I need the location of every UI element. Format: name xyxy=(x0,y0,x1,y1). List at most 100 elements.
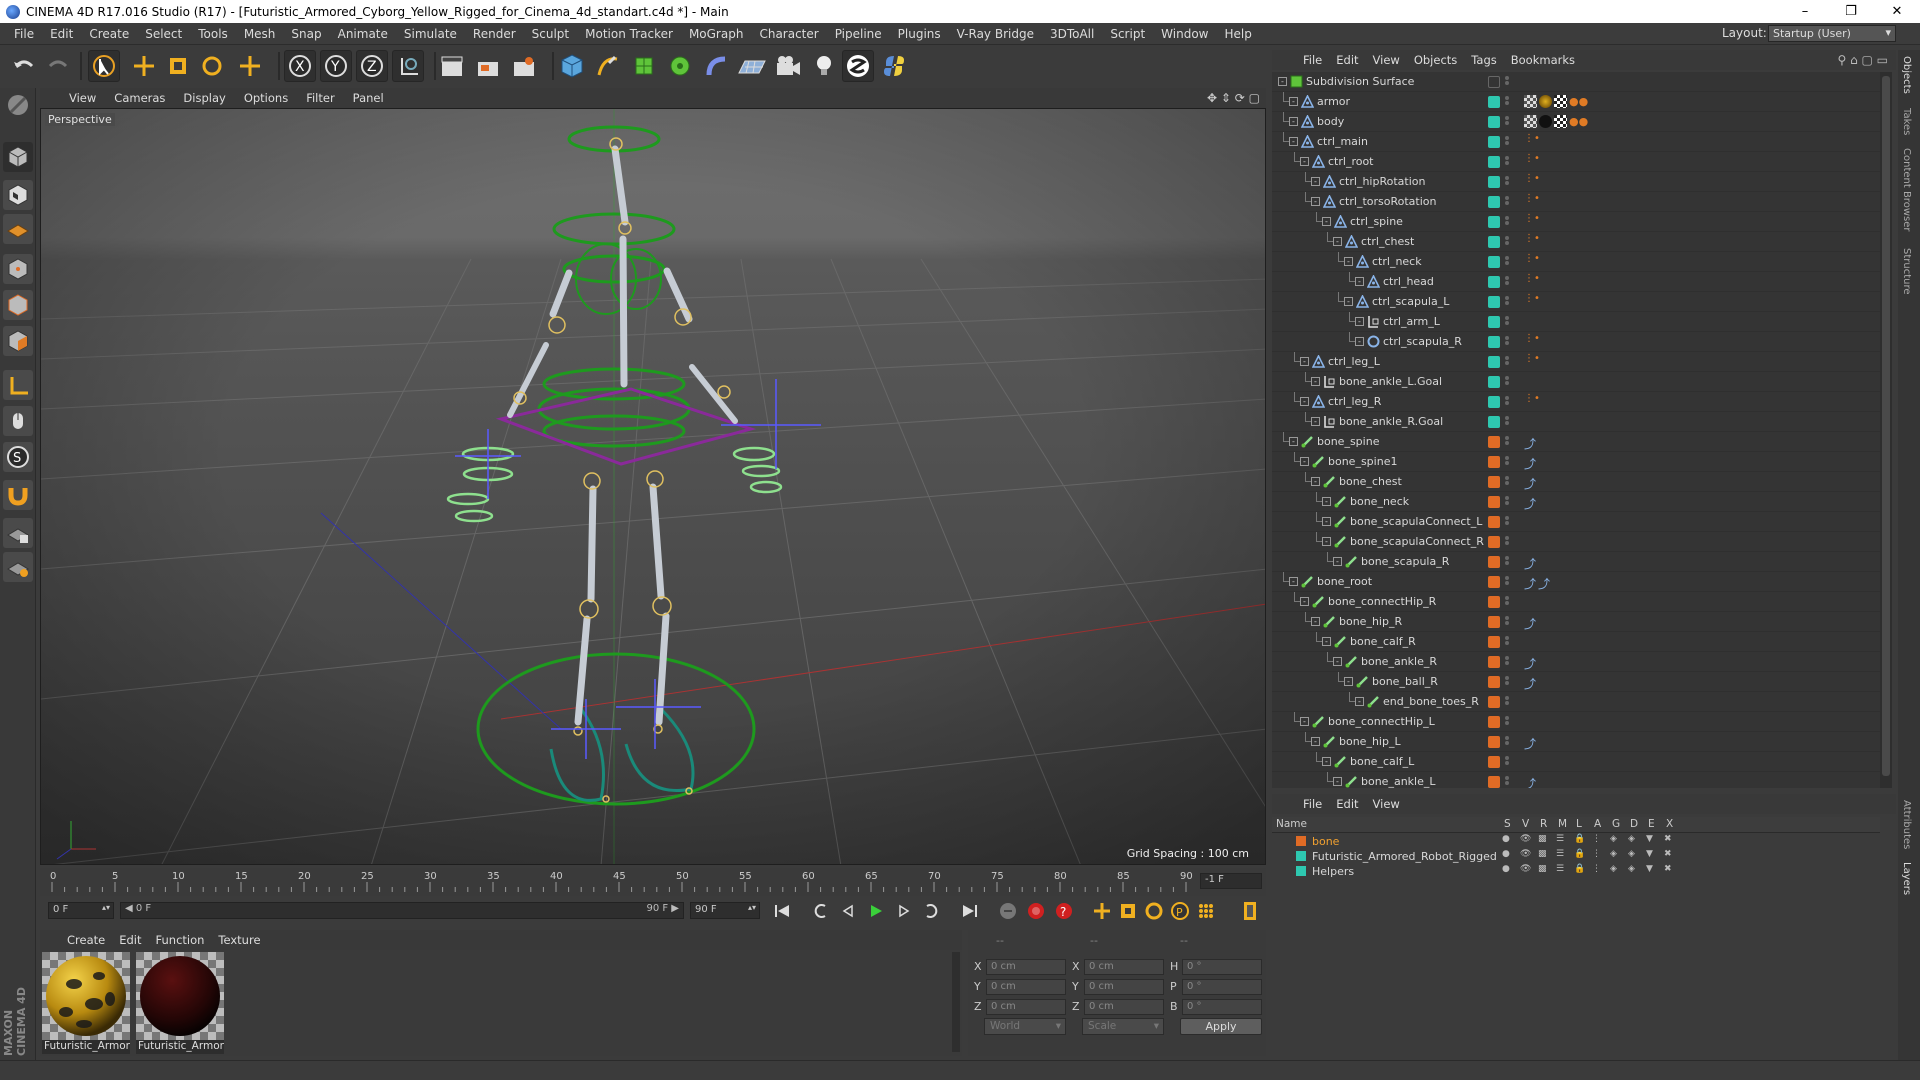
viewport-menu-view[interactable]: View xyxy=(60,91,105,105)
ik-tag-icon[interactable]: ⤴ xyxy=(1524,455,1536,471)
layer-color-swatch[interactable] xyxy=(1488,776,1500,788)
object-name[interactable]: bone_scapula_R xyxy=(1361,555,1449,568)
ik-tag-icon[interactable]: ⤴ xyxy=(1538,575,1550,591)
viewport-scene[interactable] xyxy=(41,109,1266,865)
object-name[interactable]: ctrl_scapula_L xyxy=(1372,295,1449,308)
lock-icon[interactable]: 🔒 xyxy=(1574,834,1585,844)
object-name[interactable]: bone_ankle_L.Goal xyxy=(1339,375,1442,388)
make-editable-button[interactable] xyxy=(3,90,33,120)
object-row[interactable]: - body ●● xyxy=(1272,112,1880,132)
menu-create[interactable]: Create xyxy=(81,27,137,41)
layer-color-swatch[interactable] xyxy=(1488,756,1500,768)
menu-plugins[interactable]: Plugins xyxy=(890,27,949,41)
manager-icon[interactable]: ☰ xyxy=(1556,834,1564,844)
frame-range-slider[interactable]: ◀ 0 F 90 F ▶ xyxy=(120,902,684,919)
ik-tag-icon[interactable]: ⤴ xyxy=(1524,575,1536,591)
visibility-dots-icon[interactable] xyxy=(1504,455,1510,469)
light-button[interactable] xyxy=(808,50,840,82)
rotation-p-field[interactable]: 0 ° xyxy=(1182,979,1262,995)
restriction-tag-icon[interactable]: ●● xyxy=(1569,115,1588,129)
tab-structure[interactable]: Structure xyxy=(1901,248,1912,295)
layer-color-swatch[interactable] xyxy=(1488,376,1500,388)
layer-color-swatch[interactable] xyxy=(1488,476,1500,488)
object-row[interactable]: - bone_ankle_R ⤴ xyxy=(1272,652,1880,672)
tweak-mode-button[interactable] xyxy=(3,406,33,436)
ik-tag-icon[interactable]: ⤴ xyxy=(1524,495,1536,511)
protection-tag-icon[interactable]: ⋮• xyxy=(1524,354,1540,369)
deformer-icon[interactable]: ◈ xyxy=(1628,864,1635,874)
protection-tag-icon[interactable]: ⋮• xyxy=(1524,154,1540,169)
protection-tag-icon[interactable]: ⋮• xyxy=(1524,194,1540,209)
previous-frame-button[interactable] xyxy=(836,899,860,923)
layer-color-swatch[interactable] xyxy=(1488,76,1500,88)
object-name[interactable]: bone_scapulaConnect_L xyxy=(1350,515,1482,528)
material-swatch[interactable]: Futuristic_Armor xyxy=(42,952,130,1054)
expand-toggle-icon[interactable]: - xyxy=(1355,317,1364,326)
visibility-dots-icon[interactable] xyxy=(1504,135,1510,149)
position-key-button[interactable] xyxy=(1090,899,1114,923)
visibility-dots-icon[interactable] xyxy=(1504,755,1510,769)
visibility-dots-icon[interactable] xyxy=(1504,475,1510,489)
layer-color-swatch[interactable] xyxy=(1488,356,1500,368)
ik-tag-icon[interactable]: ⤴ xyxy=(1524,555,1536,571)
object-row[interactable]: - ctrl_hipRotation ⋮• xyxy=(1272,172,1880,192)
layer-color-swatch[interactable] xyxy=(1488,216,1500,228)
layer-col-generators[interactable]: G xyxy=(1612,818,1620,830)
layer-col-locked[interactable]: L xyxy=(1576,818,1582,830)
layer-row[interactable]: bone ● 👁 ▩ ☰ 🔒 ⋮ ◈ ◈ ▼ ✖ xyxy=(1272,834,1880,849)
menu-snap[interactable]: Snap xyxy=(283,27,329,41)
position-z-field[interactable]: 0 cm xyxy=(986,999,1066,1015)
layer-color-swatch[interactable] xyxy=(1488,716,1500,728)
object-name[interactable]: ctrl_chest xyxy=(1361,235,1414,248)
object-row[interactable]: - bone_connectHip_L xyxy=(1272,712,1880,732)
model-mode-button[interactable] xyxy=(3,142,33,172)
size-z-field[interactable]: 0 cm xyxy=(1084,999,1164,1015)
ik-tag-icon[interactable]: ⤴ xyxy=(1524,615,1536,631)
expand-toggle-icon[interactable]: - xyxy=(1333,657,1342,666)
object-name[interactable]: ctrl_spine xyxy=(1350,215,1403,228)
lock-icon[interactable]: 🔒 xyxy=(1574,864,1585,874)
object-row[interactable]: - ctrl_leg_R ⋮• xyxy=(1272,392,1880,412)
expand-toggle-icon[interactable]: - xyxy=(1278,77,1287,86)
layer-col-name[interactable]: Name xyxy=(1276,818,1307,830)
visibility-dots-icon[interactable] xyxy=(1504,155,1510,169)
visibility-dots-icon[interactable] xyxy=(1504,275,1510,289)
expand-toggle-icon[interactable]: - xyxy=(1355,277,1364,286)
layer-color-swatch[interactable] xyxy=(1488,296,1500,308)
object-name[interactable]: bone_calf_R xyxy=(1350,635,1416,648)
lock-icon[interactable]: 🔒 xyxy=(1574,849,1585,859)
visibility-dots-icon[interactable] xyxy=(1504,535,1510,549)
material-scrollbar[interactable] xyxy=(952,952,960,1052)
expand-toggle-icon[interactable]: - xyxy=(1311,477,1320,486)
layer-color-swatch[interactable] xyxy=(1488,116,1500,128)
object-row[interactable]: - ctrl_torsoRotation ⋮• xyxy=(1272,192,1880,212)
tab-content-browser[interactable]: Content Browser xyxy=(1901,148,1912,231)
object-tree-scrollbar[interactable] xyxy=(1880,72,1892,788)
redo-button[interactable] xyxy=(42,50,74,82)
expand-toggle-icon[interactable]: - xyxy=(1289,437,1298,446)
object-row[interactable]: - ctrl_scapula_L ⋮• xyxy=(1272,292,1880,312)
weight-tag-icon[interactable] xyxy=(1524,95,1537,108)
uvw-tag-icon[interactable] xyxy=(1554,95,1567,108)
visibility-dots-icon[interactable] xyxy=(1504,375,1510,389)
record-active-objects-button[interactable] xyxy=(996,899,1020,923)
view-eye-icon[interactable]: 👁 xyxy=(1520,834,1531,844)
menu-simulate[interactable]: Simulate xyxy=(396,27,465,41)
size-y-field[interactable]: 0 cm xyxy=(1084,979,1164,995)
expand-toggle-icon[interactable]: - xyxy=(1344,297,1353,306)
perspective-viewport[interactable]: Perspective Grid Spacing : 100 cm xyxy=(40,108,1266,865)
cube-button[interactable] xyxy=(556,50,588,82)
expand-toggle-icon[interactable]: - xyxy=(1344,257,1353,266)
layer-color-swatch[interactable] xyxy=(1488,236,1500,248)
expand-toggle-icon[interactable]: - xyxy=(1300,357,1309,366)
layer-color-swatch[interactable] xyxy=(1488,436,1500,448)
layer-color-swatch[interactable] xyxy=(1488,96,1500,108)
view-eye-icon[interactable]: 👁 xyxy=(1520,864,1531,874)
generator-icon[interactable]: ◈ xyxy=(1610,834,1617,844)
timeline-ruler[interactable]: 0 5 10 15 20 25 30 35 40 45 50 55 60 65 … xyxy=(40,868,1266,896)
viewport-navigation-icons[interactable]: ✥ ⇕ ⟳ ▢ xyxy=(1207,91,1260,105)
protection-tag-icon[interactable]: ⋮• xyxy=(1524,394,1540,409)
floor-button[interactable] xyxy=(736,50,768,82)
protection-tag-icon[interactable]: ⋮• xyxy=(1524,254,1540,269)
play-forward-button[interactable] xyxy=(864,899,888,923)
